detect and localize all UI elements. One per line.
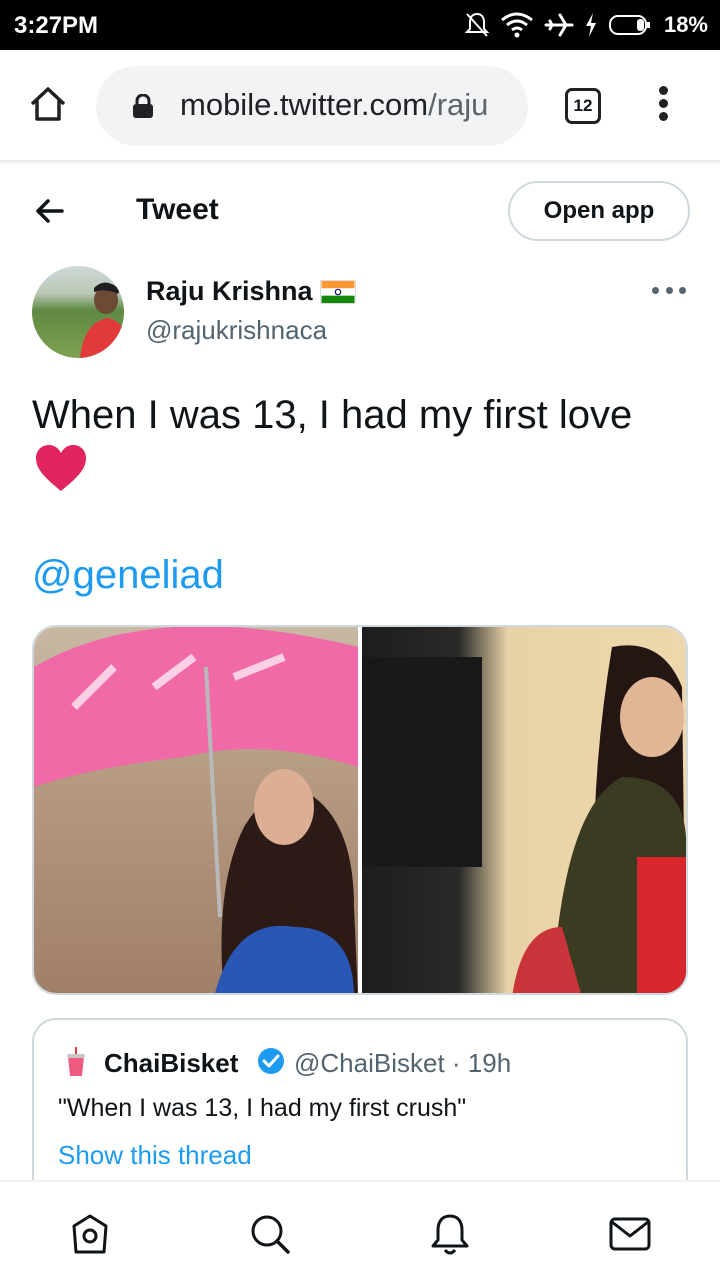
show-thread-link[interactable]: Show this thread <box>58 1140 252 1171</box>
quoted-author-handle: @ChaiBisket · 19h <box>294 1048 512 1078</box>
status-icons: 18% <box>464 10 708 40</box>
avatar-photo <box>80 282 124 358</box>
bottom-navigation <box>0 1180 720 1280</box>
url-path: /raju <box>428 87 489 122</box>
quoted-author-name: ChaiBisket <box>104 1048 239 1078</box>
india-flag-icon <box>320 280 356 304</box>
open-app-button[interactable]: Open app <box>508 181 690 241</box>
back-arrow-icon[interactable] <box>32 193 68 229</box>
status-bar: 3:27PM 18% <box>0 0 720 50</box>
more-options-icon[interactable] <box>652 287 686 297</box>
status-time: 3:27PM <box>14 12 99 39</box>
quoted-tweet-text: "When I was 13, I had my first crush" <box>58 1094 467 1122</box>
url-text: mobile.twitter.com/raju <box>180 87 488 123</box>
page-title: Tweet <box>136 193 219 226</box>
red-heart-emoji-icon <box>36 445 86 491</box>
tweet-text: When I was 13, I had my first love <box>32 393 633 437</box>
url-host: mobile.twitter.com <box>180 87 429 122</box>
mention-link[interactable]: @geneliad <box>32 553 224 598</box>
lock-icon <box>133 94 153 118</box>
mute-icon <box>464 12 490 37</box>
home-icon[interactable] <box>68 1212 112 1256</box>
author-handle[interactable]: @rajukrishnaca <box>146 315 327 346</box>
girl-photo <box>362 645 686 993</box>
home-icon[interactable] <box>28 84 68 124</box>
chaibisket-logo-icon <box>67 1047 85 1076</box>
umbrella-photo <box>34 627 358 993</box>
tab-switcher-button[interactable]: 12 <box>565 88 601 124</box>
airplane-icon <box>544 13 574 37</box>
browser-toolbar: mobile.twitter.com/raju 12 <box>0 50 720 162</box>
address-bar[interactable]: mobile.twitter.com/raju <box>96 66 528 146</box>
wifi-icon <box>501 12 533 38</box>
search-icon[interactable] <box>248 1212 292 1256</box>
battery-icon <box>608 15 650 35</box>
verified-badge-icon <box>258 1048 284 1074</box>
author-name[interactable]: Raju Krishna <box>146 276 313 307</box>
tweet-photo-2[interactable] <box>362 627 686 993</box>
battery-percent: 18% <box>663 12 708 37</box>
tweet-media[interactable] <box>32 625 688 995</box>
tweet-photo-1[interactable] <box>34 627 358 993</box>
author-avatar[interactable] <box>32 266 124 358</box>
browser-menu-icon[interactable] <box>656 86 670 126</box>
messages-mail-icon[interactable] <box>608 1212 652 1256</box>
notifications-bell-icon[interactable] <box>428 1212 472 1256</box>
charging-icon <box>585 13 596 37</box>
